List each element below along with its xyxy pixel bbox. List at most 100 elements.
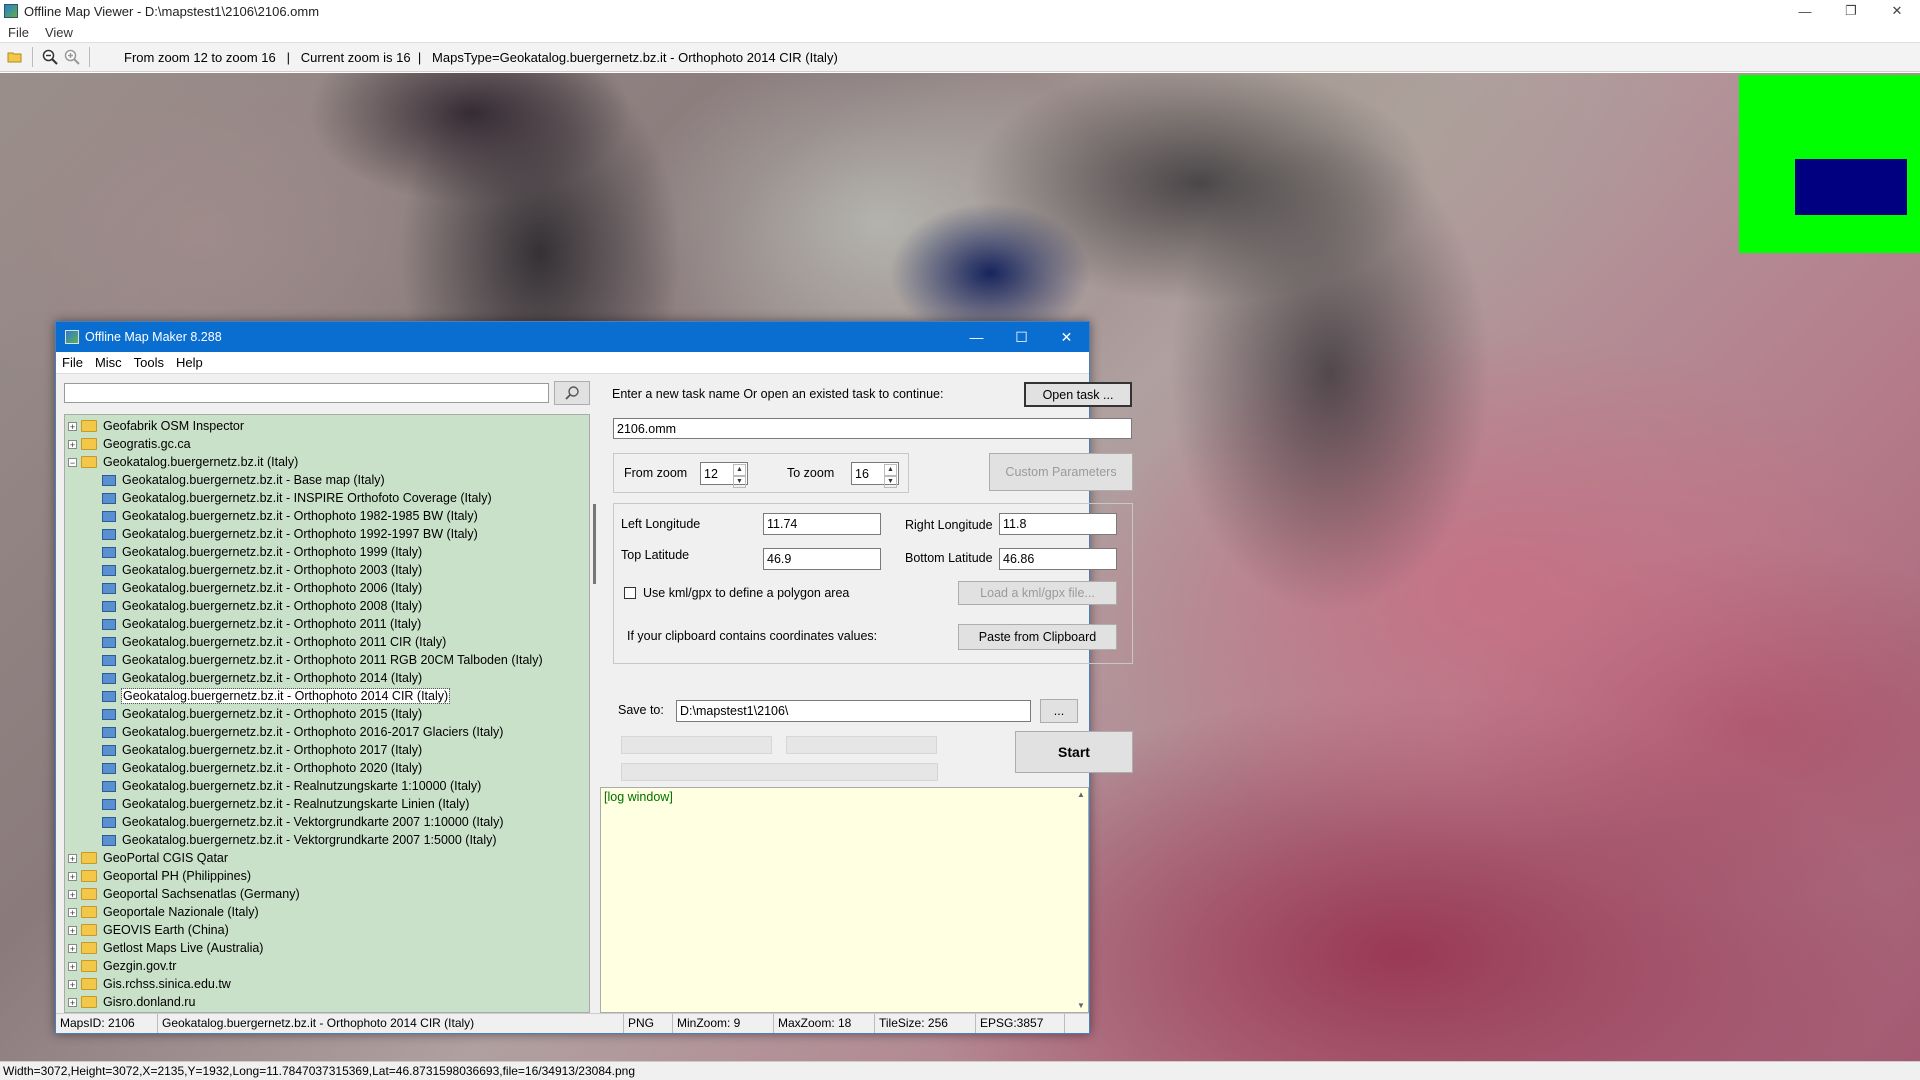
tree-map-item[interactable]: Geokatalog.buergernetz.bz.it - Orthophot…	[65, 561, 422, 579]
maker-menu-tools[interactable]: Tools	[128, 355, 170, 370]
load-kml-button[interactable]: Load a kml/gpx file...	[958, 581, 1117, 605]
scroll-up-icon[interactable]: ▲	[1074, 790, 1088, 799]
left-longitude-input[interactable]: 11.74	[763, 513, 881, 535]
tree-map-item[interactable]: Geokatalog.buergernetz.bz.it - Vektorgru…	[65, 831, 497, 849]
expand-icon[interactable]: +	[68, 907, 77, 917]
log-scrollbar[interactable]: ▲ ▼	[1074, 788, 1088, 1012]
expand-icon[interactable]: +	[68, 421, 77, 431]
maker-menu-misc[interactable]: Misc	[89, 355, 128, 370]
save-to-input[interactable]: D:\mapstest1\2106\	[676, 700, 1031, 722]
tree-folder-item[interactable]: + Geofabrik OSM Inspector	[65, 417, 244, 435]
tree-map-item[interactable]: Geokatalog.buergernetz.bz.it - Orthophot…	[65, 687, 451, 705]
close-button[interactable]: ✕	[1874, 0, 1920, 22]
expand-icon[interactable]: +	[68, 853, 77, 863]
tree-map-item[interactable]: Geokatalog.buergernetz.bz.it - Orthophot…	[65, 705, 422, 723]
log-window[interactable]: [log window] ▲ ▼	[600, 787, 1089, 1013]
from-zoom-arrows[interactable]: ▲ ▼	[733, 464, 746, 488]
map-source-tree[interactable]: + Geofabrik OSM Inspector + Geogratis.gc.ca…	[64, 414, 590, 1013]
map-search-input[interactable]	[64, 383, 549, 403]
tree-folder-item[interactable]: − Geokatalog.buergernetz.bz.it (Italy)	[65, 453, 298, 471]
expand-icon[interactable]: +	[68, 943, 77, 953]
browse-button[interactable]: ...	[1040, 699, 1078, 723]
to-zoom-arrows[interactable]: ▲ ▼	[884, 464, 897, 488]
use-kml-label: Use kml/gpx to define a polygon area	[643, 586, 850, 600]
viewer-window-controls: — ❐ ✕	[1782, 0, 1920, 22]
tree-map-item[interactable]: Geokatalog.buergernetz.bz.it - Orthophot…	[65, 525, 478, 543]
maker-close-button[interactable]: ✕	[1044, 322, 1089, 352]
expand-icon[interactable]: +	[68, 997, 77, 1007]
open-folder-icon[interactable]	[4, 46, 26, 68]
maker-menu-file[interactable]: File	[56, 355, 89, 370]
tree-map-item[interactable]: Geokatalog.buergernetz.bz.it - Orthophot…	[65, 759, 422, 777]
tree-folder-item[interactable]: + GEOVIS Earth (China)	[65, 921, 229, 939]
expand-icon[interactable]: +	[68, 871, 77, 881]
custom-parameters-button[interactable]: Custom Parameters	[989, 453, 1133, 491]
maker-maximize-button[interactable]: ☐	[999, 322, 1044, 352]
tree-item-label: Geokatalog.buergernetz.bz.it - Orthophot…	[122, 509, 478, 523]
map-source-icon	[102, 672, 116, 684]
right-longitude-input[interactable]: 11.8	[999, 513, 1117, 535]
expand-icon[interactable]: +	[68, 439, 77, 449]
open-task-button[interactable]: Open task ...	[1024, 382, 1132, 407]
tree-scrollbar-thumb[interactable]	[593, 504, 596, 584]
paste-clipboard-button[interactable]: Paste from Clipboard	[958, 624, 1117, 650]
tree-scrollbar[interactable]	[590, 414, 600, 1013]
use-kml-checkbox[interactable]	[624, 587, 636, 599]
expand-icon[interactable]: +	[68, 889, 77, 899]
tree-map-item[interactable]: Geokatalog.buergernetz.bz.it - Orthophot…	[65, 669, 422, 687]
map-maker-app-icon	[65, 330, 79, 344]
tree-map-item[interactable]: Geokatalog.buergernetz.bz.it - Orthophot…	[65, 543, 422, 561]
tree-map-item[interactable]: Geokatalog.buergernetz.bz.it - Orthophot…	[65, 633, 446, 651]
tree-folder-item[interactable]: + Gezgin.gov.tr	[65, 957, 176, 975]
menu-view[interactable]: View	[37, 25, 81, 40]
restore-button[interactable]: ❐	[1828, 0, 1874, 22]
tree-map-item[interactable]: Geokatalog.buergernetz.bz.it - Orthophot…	[65, 615, 421, 633]
spin-up-icon[interactable]: ▲	[884, 464, 897, 476]
tree-map-item[interactable]: Geokatalog.buergernetz.bz.it - Orthophot…	[65, 723, 503, 741]
tree-folder-item[interactable]: + Gis.rchss.sinica.edu.tw	[65, 975, 231, 993]
zoom-out-icon[interactable]	[39, 46, 61, 68]
spin-up-icon[interactable]: ▲	[733, 464, 746, 476]
menu-file[interactable]: File	[0, 25, 37, 40]
tree-map-item[interactable]: Geokatalog.buergernetz.bz.it - INSPIRE O…	[65, 489, 492, 507]
tree-map-item[interactable]: Geokatalog.buergernetz.bz.it - Realnutzu…	[65, 795, 469, 813]
expand-icon[interactable]: +	[68, 961, 77, 971]
from-zoom-stepper[interactable]: 12 ▲ ▼	[700, 462, 748, 488]
maker-minimize-button[interactable]: —	[954, 322, 999, 352]
minimap[interactable]	[1739, 75, 1920, 253]
tree-map-item[interactable]: Geokatalog.buergernetz.bz.it - Orthophot…	[65, 507, 478, 525]
bottom-latitude-input[interactable]: 46.86	[999, 548, 1117, 570]
tree-map-item[interactable]: Geokatalog.buergernetz.bz.it - Vektorgru…	[65, 813, 503, 831]
start-button[interactable]: Start	[1015, 731, 1133, 773]
tree-item-label: Getlost Maps Live (Australia)	[103, 941, 264, 955]
tree-folder-item[interactable]: + Geoportal Sachsenatlas (Germany)	[65, 885, 300, 903]
tree-map-item[interactable]: Geokatalog.buergernetz.bz.it - Orthophot…	[65, 579, 422, 597]
tree-map-item[interactable]: Geokatalog.buergernetz.bz.it - Realnutzu…	[65, 777, 481, 795]
maker-menu-help[interactable]: Help	[170, 355, 209, 370]
collapse-icon[interactable]: −	[68, 457, 77, 467]
tree-folder-item[interactable]: + Getlost Maps Live (Australia)	[65, 939, 263, 957]
tree-map-item[interactable]: Geokatalog.buergernetz.bz.it - Orthophot…	[65, 597, 422, 615]
to-zoom-stepper[interactable]: 16 ▲ ▼	[851, 462, 899, 488]
tree-folder-item[interactable]: + Geoportal PH (Philippines)	[65, 867, 251, 885]
tree-map-item[interactable]: Geokatalog.buergernetz.bz.it - Orthophot…	[65, 741, 422, 759]
expand-icon[interactable]: +	[68, 925, 77, 935]
tree-folder-item[interactable]: + Geoportale Nazionale (Italy)	[65, 903, 259, 921]
task-name-input[interactable]: 2106.omm	[613, 418, 1132, 439]
zoom-in-icon[interactable]	[61, 46, 83, 68]
spin-down-icon[interactable]: ▼	[884, 476, 897, 488]
tree-map-item[interactable]: Geokatalog.buergernetz.bz.it - Base map …	[65, 471, 385, 489]
minimize-button[interactable]: —	[1782, 0, 1828, 22]
tree-folder-item[interactable]: + Gisro.donland.ru	[65, 993, 195, 1011]
tree-map-item[interactable]: Geokatalog.buergernetz.bz.it - Orthophot…	[65, 651, 543, 669]
map-source-icon	[102, 600, 116, 612]
scroll-down-icon[interactable]: ▼	[1074, 1001, 1088, 1010]
tree-folder-item[interactable]: + Geogratis.gc.ca	[65, 435, 191, 453]
top-latitude-input[interactable]: 46.9	[763, 548, 881, 570]
search-button[interactable]	[554, 381, 590, 405]
expand-icon[interactable]: +	[68, 979, 77, 989]
minimap-viewport[interactable]	[1795, 159, 1907, 215]
spin-down-icon[interactable]: ▼	[733, 476, 746, 488]
tree-folder-item[interactable]: + GeoPortal CGIS Qatar	[65, 849, 228, 867]
status-maps-id: MapsID: 2106	[56, 1014, 158, 1033]
